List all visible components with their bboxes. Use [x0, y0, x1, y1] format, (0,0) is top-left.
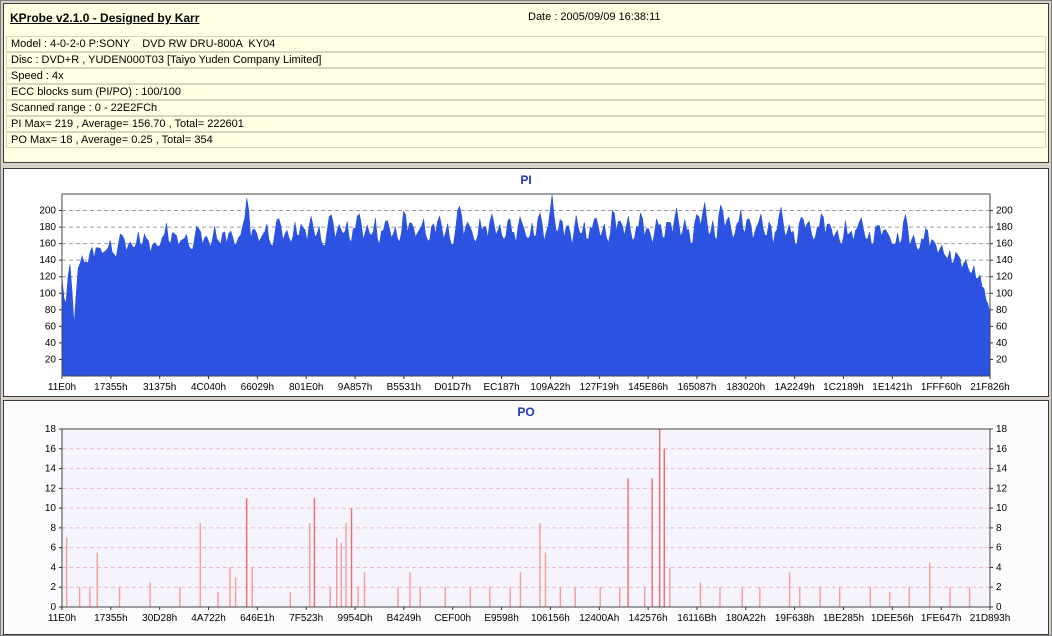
svg-text:60: 60 [996, 321, 1008, 332]
scan-date: Date : 2005/09/09 16:38:11 [528, 11, 661, 23]
svg-text:1BE285h: 1BE285h [823, 613, 864, 624]
svg-text:4A722h: 4A722h [191, 613, 225, 624]
po-chart-title: PO [517, 405, 535, 419]
svg-text:6: 6 [50, 543, 56, 554]
svg-text:140: 140 [39, 255, 56, 266]
svg-text:200: 200 [39, 206, 56, 217]
svg-text:0: 0 [50, 602, 56, 613]
info-row-ecc: ECC blocks sum (PI/PO) : 100/100 [6, 84, 1046, 100]
svg-text:106156h: 106156h [531, 613, 570, 624]
svg-text:16116Bh: 16116Bh [677, 613, 716, 624]
svg-text:CEF00h: CEF00h [434, 613, 471, 624]
svg-text:19F638h: 19F638h [775, 613, 814, 624]
svg-text:140: 140 [996, 255, 1013, 266]
svg-text:120: 120 [39, 272, 56, 283]
svg-text:1FE647h: 1FE647h [921, 613, 962, 624]
svg-text:EC187h: EC187h [484, 382, 520, 393]
svg-text:16: 16 [45, 444, 57, 455]
svg-text:80: 80 [45, 305, 57, 316]
svg-text:16: 16 [996, 444, 1008, 455]
svg-text:142576h: 142576h [629, 613, 668, 624]
svg-text:4C040h: 4C040h [191, 382, 226, 393]
svg-text:12400Ah: 12400Ah [579, 613, 619, 624]
svg-text:17355h: 17355h [94, 382, 127, 393]
svg-text:160: 160 [39, 239, 56, 250]
svg-text:145E86h: 145E86h [628, 382, 668, 393]
svg-text:180: 180 [996, 222, 1013, 233]
svg-text:30D28h: 30D28h [142, 613, 177, 624]
svg-text:E9598h: E9598h [484, 613, 518, 624]
svg-text:B5531h: B5531h [387, 382, 421, 393]
svg-text:14: 14 [45, 464, 57, 475]
svg-text:160: 160 [996, 239, 1013, 250]
svg-text:183020h: 183020h [726, 382, 765, 393]
svg-text:120: 120 [996, 272, 1013, 283]
svg-text:4: 4 [50, 562, 56, 573]
svg-text:40: 40 [45, 338, 57, 349]
svg-text:8: 8 [50, 523, 56, 534]
svg-text:11E0h: 11E0h [48, 382, 76, 393]
pi-chart: 20 20 40 40 60 60 80 80 100 100 120 120 140 140 160 160… [39, 193, 1013, 393]
svg-text:12: 12 [45, 483, 57, 494]
svg-text:7F523h: 7F523h [289, 613, 323, 624]
svg-text:200: 200 [996, 206, 1013, 217]
app-title: KProbe v2.1.0 - Designed by Karr [10, 11, 200, 25]
svg-text:180A22h: 180A22h [726, 613, 766, 624]
info-row-disc: Disc : DVD+R , YUDEN000T03 [Taiyo Yuden … [6, 52, 1046, 68]
info-row-speed: Speed : 4x [6, 68, 1046, 84]
svg-text:20: 20 [45, 354, 57, 365]
svg-text:2: 2 [996, 582, 1002, 593]
svg-text:21D893h: 21D893h [970, 613, 1011, 624]
svg-text:1FFF60h: 1FFF60h [921, 382, 962, 393]
svg-text:1C2189h: 1C2189h [823, 382, 864, 393]
svg-text:9A857h: 9A857h [338, 382, 372, 393]
svg-text:109A22h: 109A22h [530, 382, 570, 393]
svg-text:100: 100 [39, 288, 56, 299]
svg-text:D01D7h: D01D7h [434, 382, 471, 393]
svg-text:11E0h: 11E0h [48, 613, 76, 624]
svg-text:60: 60 [45, 321, 57, 332]
info-row-pi-stats: PI Max= 219 , Average= 156.70 , Total= 2… [6, 116, 1046, 132]
svg-text:6: 6 [996, 543, 1002, 554]
pi-chart-title: PI [520, 173, 532, 187]
svg-text:10: 10 [45, 503, 57, 514]
svg-text:21F826h: 21F826h [970, 382, 1009, 393]
svg-text:18: 18 [996, 424, 1008, 435]
info-header: KProbe v2.1.0 - Designed by Karr Date : … [4, 4, 1048, 34]
svg-text:20: 20 [996, 354, 1008, 365]
svg-text:9954Dh: 9954Dh [338, 613, 373, 624]
svg-text:12: 12 [996, 483, 1008, 494]
pi-chart-panel: PI 20 20 40 40 60 60 80 80 100 100 120 120 140 140 160… [3, 168, 1049, 397]
svg-text:0: 0 [996, 602, 1002, 613]
svg-text:10: 10 [996, 503, 1008, 514]
svg-text:1E1421h: 1E1421h [872, 382, 912, 393]
svg-text:1A2249h: 1A2249h [775, 382, 815, 393]
svg-text:127F19h: 127F19h [580, 382, 619, 393]
po-chart-panel: PO 0 0 2 2 4 4 6 6 8 8 10 10 12 12 14 14 16 16 18 18 11E0h 17… [3, 400, 1049, 635]
svg-text:14: 14 [996, 464, 1008, 475]
po-chart: 0 0 2 2 4 4 6 6 8 8 10 10 12 12 14 14 16 16 18 18 11E0h 17355… [45, 424, 1011, 624]
svg-text:18: 18 [45, 424, 57, 435]
svg-text:31375h: 31375h [143, 382, 176, 393]
svg-text:8: 8 [996, 523, 1002, 534]
svg-text:B4249h: B4249h [387, 613, 421, 624]
svg-text:165087h: 165087h [677, 382, 716, 393]
svg-text:180: 180 [39, 222, 56, 233]
svg-text:80: 80 [996, 305, 1008, 316]
svg-text:801E0h: 801E0h [289, 382, 323, 393]
info-row-po-stats: PO Max= 18 , Average= 0.25 , Total= 354 [6, 132, 1046, 148]
info-row-model: Model : 4-0-2-0 P:SONY DVD RW DRU-800A K… [6, 36, 1046, 52]
svg-text:17355h: 17355h [94, 613, 127, 624]
svg-text:66029h: 66029h [241, 382, 274, 393]
svg-text:100: 100 [996, 288, 1013, 299]
svg-text:4: 4 [996, 562, 1002, 573]
info-rows: Model : 4-0-2-0 P:SONY DVD RW DRU-800A K… [6, 36, 1046, 148]
info-row-scanned-range: Scanned range : 0 - 22E2FCh [6, 100, 1046, 116]
svg-text:1DEE56h: 1DEE56h [871, 613, 914, 624]
kprobe-window: KProbe v2.1.0 - Designed by Karr Date : … [0, 0, 1052, 636]
svg-text:40: 40 [996, 338, 1008, 349]
svg-text:646E1h: 646E1h [240, 613, 274, 624]
svg-text:2: 2 [50, 582, 56, 593]
info-panel: KProbe v2.1.0 - Designed by Karr Date : … [3, 3, 1049, 163]
